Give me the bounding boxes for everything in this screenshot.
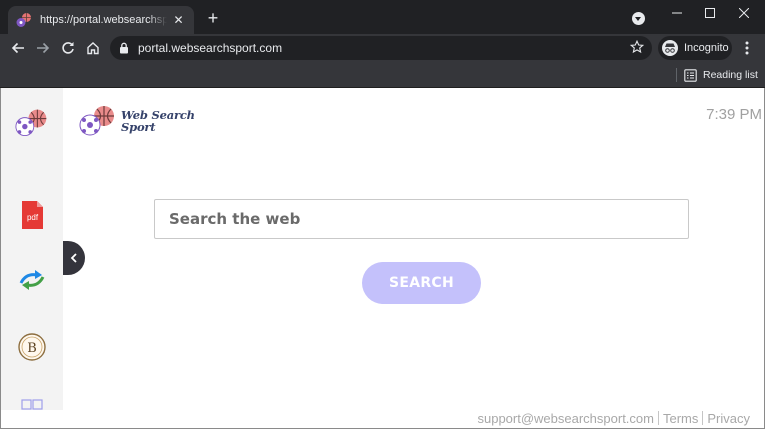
coin-letter: B [27,341,37,356]
footer-divider [702,411,704,425]
bookmarks-divider [676,68,677,82]
pdf-label: pdf [27,213,39,222]
sports-balls-icon [16,13,31,27]
sidebar-item-more[interactable] [15,396,49,410]
footer-divider [657,411,659,425]
clock: 7:39 PM [706,106,762,123]
reload-icon [62,42,74,54]
incognito-label: Incognito [684,42,729,54]
page-viewport: pdf B Web Search Sport 7:39 PM Search th… [0,88,765,429]
more-menu-icon[interactable] [739,39,755,57]
bookmarks-bar: Reading list [0,62,765,88]
search-input[interactable] [154,199,689,239]
minimize-button[interactable] [660,0,694,26]
search-button[interactable]: SEARCH [362,262,481,304]
sidebar-collapse-button[interactable] [63,241,85,275]
grid-icon [21,399,43,410]
maximize-button[interactable] [693,0,727,26]
tab-search-icon[interactable] [632,12,645,25]
close-icon [739,8,749,18]
address-bar[interactable]: portal.websearchsport.com [110,36,652,60]
support-email-link[interactable]: support@websearchsport.com [477,411,654,426]
forward-button[interactable] [33,38,53,58]
chevron-left-icon [70,253,77,263]
footer: support@websearchsport.com Terms Privacy [477,408,750,428]
tab-title: https://portal.websearchsport.com [40,14,168,26]
lock-icon[interactable] [119,42,129,54]
privacy-link[interactable]: Privacy [707,411,750,426]
sidebar: pdf B [1,88,63,410]
sidebar-item-converter[interactable] [15,263,49,297]
bitcoin-coin-icon: B [18,333,46,361]
brand-name: Web Search Sport [121,109,195,133]
close-window-button[interactable] [727,0,761,26]
reading-list-button[interactable]: Reading list [684,66,758,84]
reading-list-icon [684,68,697,82]
browser-tab[interactable]: https://portal.websearchsport.com ✕ [8,6,194,34]
reload-button[interactable] [58,38,78,58]
back-arrow-icon [11,42,24,54]
sports-balls-icon [79,106,114,136]
sports-balls-icon [15,109,47,136]
incognito-badge[interactable]: Incognito [658,36,732,60]
pdf-icon: pdf [22,201,43,229]
maximize-icon [705,8,715,18]
minimize-icon [672,12,682,14]
sidebar-item-logo[interactable] [15,106,49,140]
back-button[interactable] [8,38,28,58]
reading-list-label: Reading list [703,69,758,81]
browser-toolbar: portal.websearchsport.com Incognito [0,34,765,62]
brand-logo[interactable]: Web Search Sport [79,104,195,138]
terms-link[interactable]: Terms [663,411,698,426]
tab-close-icon[interactable]: ✕ [171,12,186,28]
star-icon[interactable] [630,40,644,54]
incognito-icon [662,40,678,56]
sidebar-item-crypto[interactable]: B [15,330,49,364]
home-button[interactable] [83,38,103,58]
brand-line-2: Sport [121,120,156,134]
url-text[interactable]: portal.websearchsport.com [138,41,282,55]
tab-strip: https://portal.websearchsport.com ✕ + [0,0,765,34]
home-icon [87,42,99,55]
new-tab-button[interactable]: + [204,9,222,27]
arrows-icon [19,270,45,290]
forward-arrow-icon [37,42,50,54]
sidebar-item-pdf[interactable]: pdf [15,198,49,232]
